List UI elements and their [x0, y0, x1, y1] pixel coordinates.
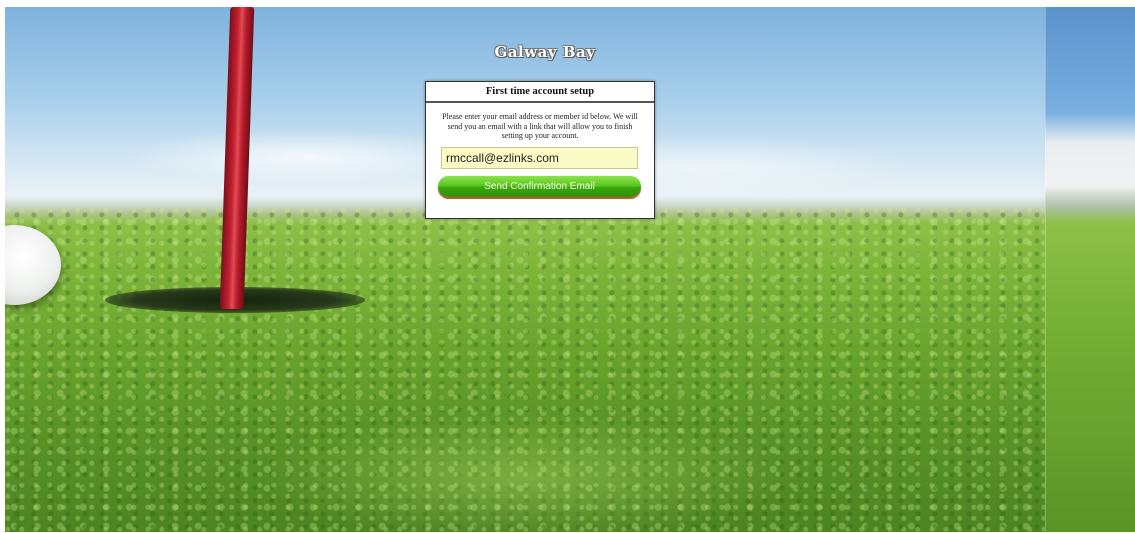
- dialog-instructions: Please enter your email address or membe…: [442, 112, 638, 140]
- account-setup-dialog: First time account setup Please enter yo…: [425, 81, 655, 219]
- email-input[interactable]: [441, 146, 638, 169]
- background-side-strip: [1045, 7, 1135, 532]
- golf-course-background: Galway Bay First time account setup Plea…: [5, 7, 1135, 532]
- send-confirmation-email-button[interactable]: Send Confirmation Email: [438, 175, 641, 197]
- grass-glow: [5, 387, 1135, 532]
- dialog-heading: First time account setup: [426, 82, 654, 103]
- site-title: Galway Bay: [494, 43, 596, 61]
